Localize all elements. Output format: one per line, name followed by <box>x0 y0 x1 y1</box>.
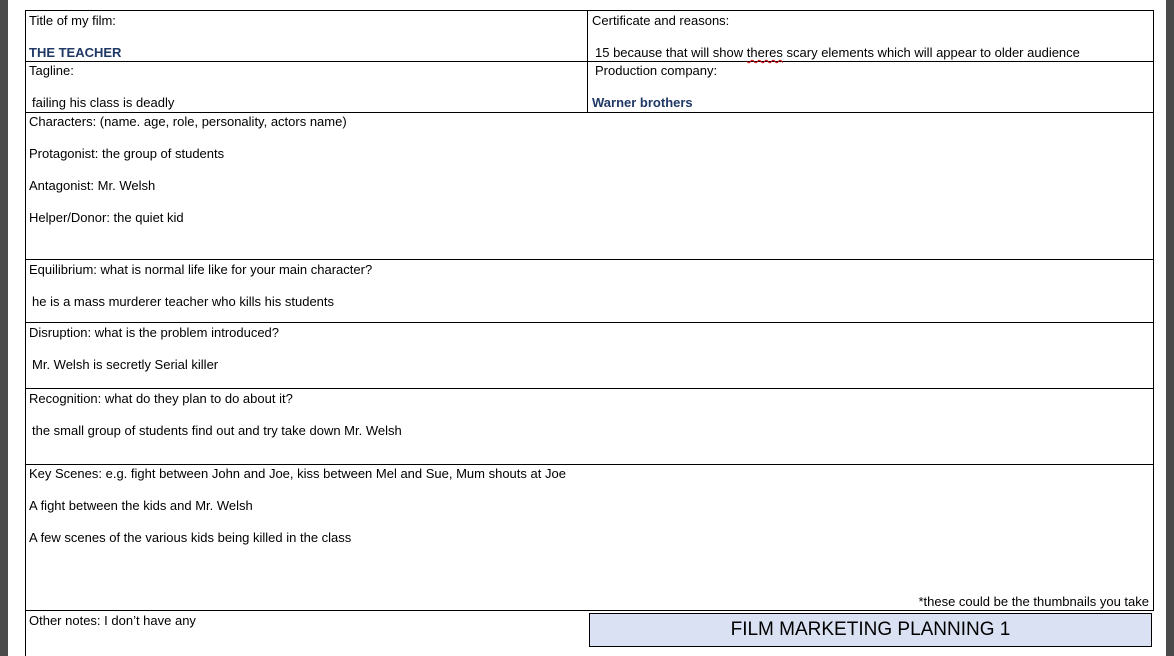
other-notes[interactable]: Other notes: I don’t have any <box>29 613 196 629</box>
key-scene-item[interactable]: A fight between the kids and Mr. Welsh <box>29 498 253 514</box>
row-divider <box>25 322 1154 323</box>
thumbnail-note: *these could be the thumbnails you take <box>918 594 1149 609</box>
recognition-value[interactable]: the small group of students find out and… <box>32 423 402 439</box>
spellcheck-word: theres <box>746 45 783 60</box>
window-edge-right <box>1166 0 1174 656</box>
column-divider <box>587 10 588 113</box>
table-border-top <box>25 10 1154 11</box>
key-scene-item[interactable]: A few scenes of the various kids being k… <box>29 530 351 546</box>
row-divider <box>25 388 1154 389</box>
disruption-label: Disruption: what is the problem introduc… <box>29 325 280 340</box>
certificate-label: Certificate and reasons: <box>592 13 730 28</box>
table-border-right <box>1153 10 1154 610</box>
protagonist-value[interactable]: Protagonist: the group of students <box>29 146 224 162</box>
table-border-left <box>25 10 26 656</box>
film-title-value[interactable]: THE TEACHER <box>29 45 121 61</box>
production-value[interactable]: Warner brothers <box>592 95 693 111</box>
row-divider <box>25 112 1154 113</box>
row-divider <box>25 464 1154 465</box>
disruption-value[interactable]: Mr. Welsh is secretly Serial killer <box>32 357 218 373</box>
sheet-title: FILM MARKETING PLANNING 1 <box>730 619 1011 640</box>
characters-label: Characters: (name. age, role, personalit… <box>29 114 347 129</box>
title-label: Title of my film: <box>29 13 116 28</box>
sheet-title-box: FILM MARKETING PLANNING 1 <box>589 613 1152 647</box>
window-edge-left <box>0 0 8 656</box>
recognition-label: Recognition: what do they plan to do abo… <box>29 391 293 406</box>
row-divider <box>25 259 1154 260</box>
row-divider <box>25 61 1154 62</box>
equilibrium-label: Equilibrium: what is normal life like fo… <box>29 262 373 277</box>
key-scenes-label: Key Scenes: e.g. fight between John and … <box>29 466 566 481</box>
certificate-value[interactable]: 15 because that will show theres scary e… <box>595 45 1080 61</box>
tagline-label: Tagline: <box>29 63 74 78</box>
row-divider <box>25 610 1154 611</box>
planning-sheet: Title of my film: THE TEACHER Certificat… <box>8 0 1166 656</box>
production-label: Production company: <box>595 63 718 78</box>
antagonist-value[interactable]: Antagonist: Mr. Welsh <box>29 178 155 194</box>
equilibrium-value[interactable]: he is a mass murderer teacher who kills … <box>32 294 334 310</box>
helper-value[interactable]: Helper/Donor: the quiet kid <box>29 210 184 226</box>
tagline-value[interactable]: failing his class is deadly <box>32 95 174 111</box>
